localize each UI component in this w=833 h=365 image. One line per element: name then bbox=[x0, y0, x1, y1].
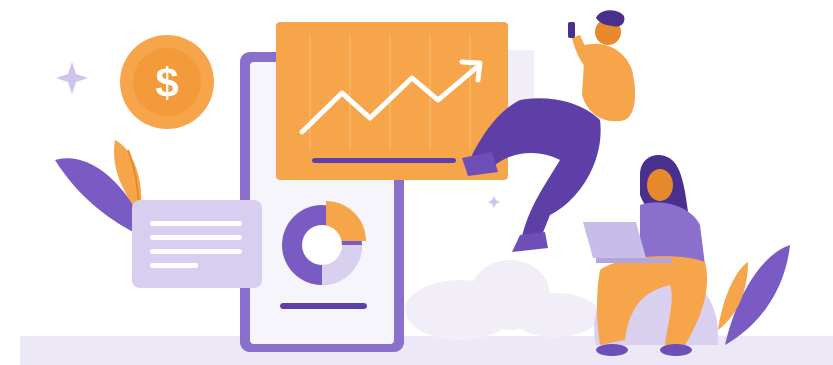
sparkle-small-icon bbox=[488, 196, 500, 208]
illustration-canvas: $ bbox=[20, 10, 833, 365]
coin-symbol: $ bbox=[155, 59, 178, 106]
background-clouds bbox=[405, 260, 600, 340]
message-card bbox=[132, 200, 262, 288]
phone-bar bbox=[280, 303, 367, 309]
right-leaves bbox=[718, 245, 790, 345]
finance-illustration: $ bbox=[0, 0, 833, 365]
dollar-coin-icon: $ bbox=[120, 35, 214, 129]
sparkle-icon bbox=[56, 62, 88, 94]
trend-card-bar bbox=[312, 158, 456, 163]
